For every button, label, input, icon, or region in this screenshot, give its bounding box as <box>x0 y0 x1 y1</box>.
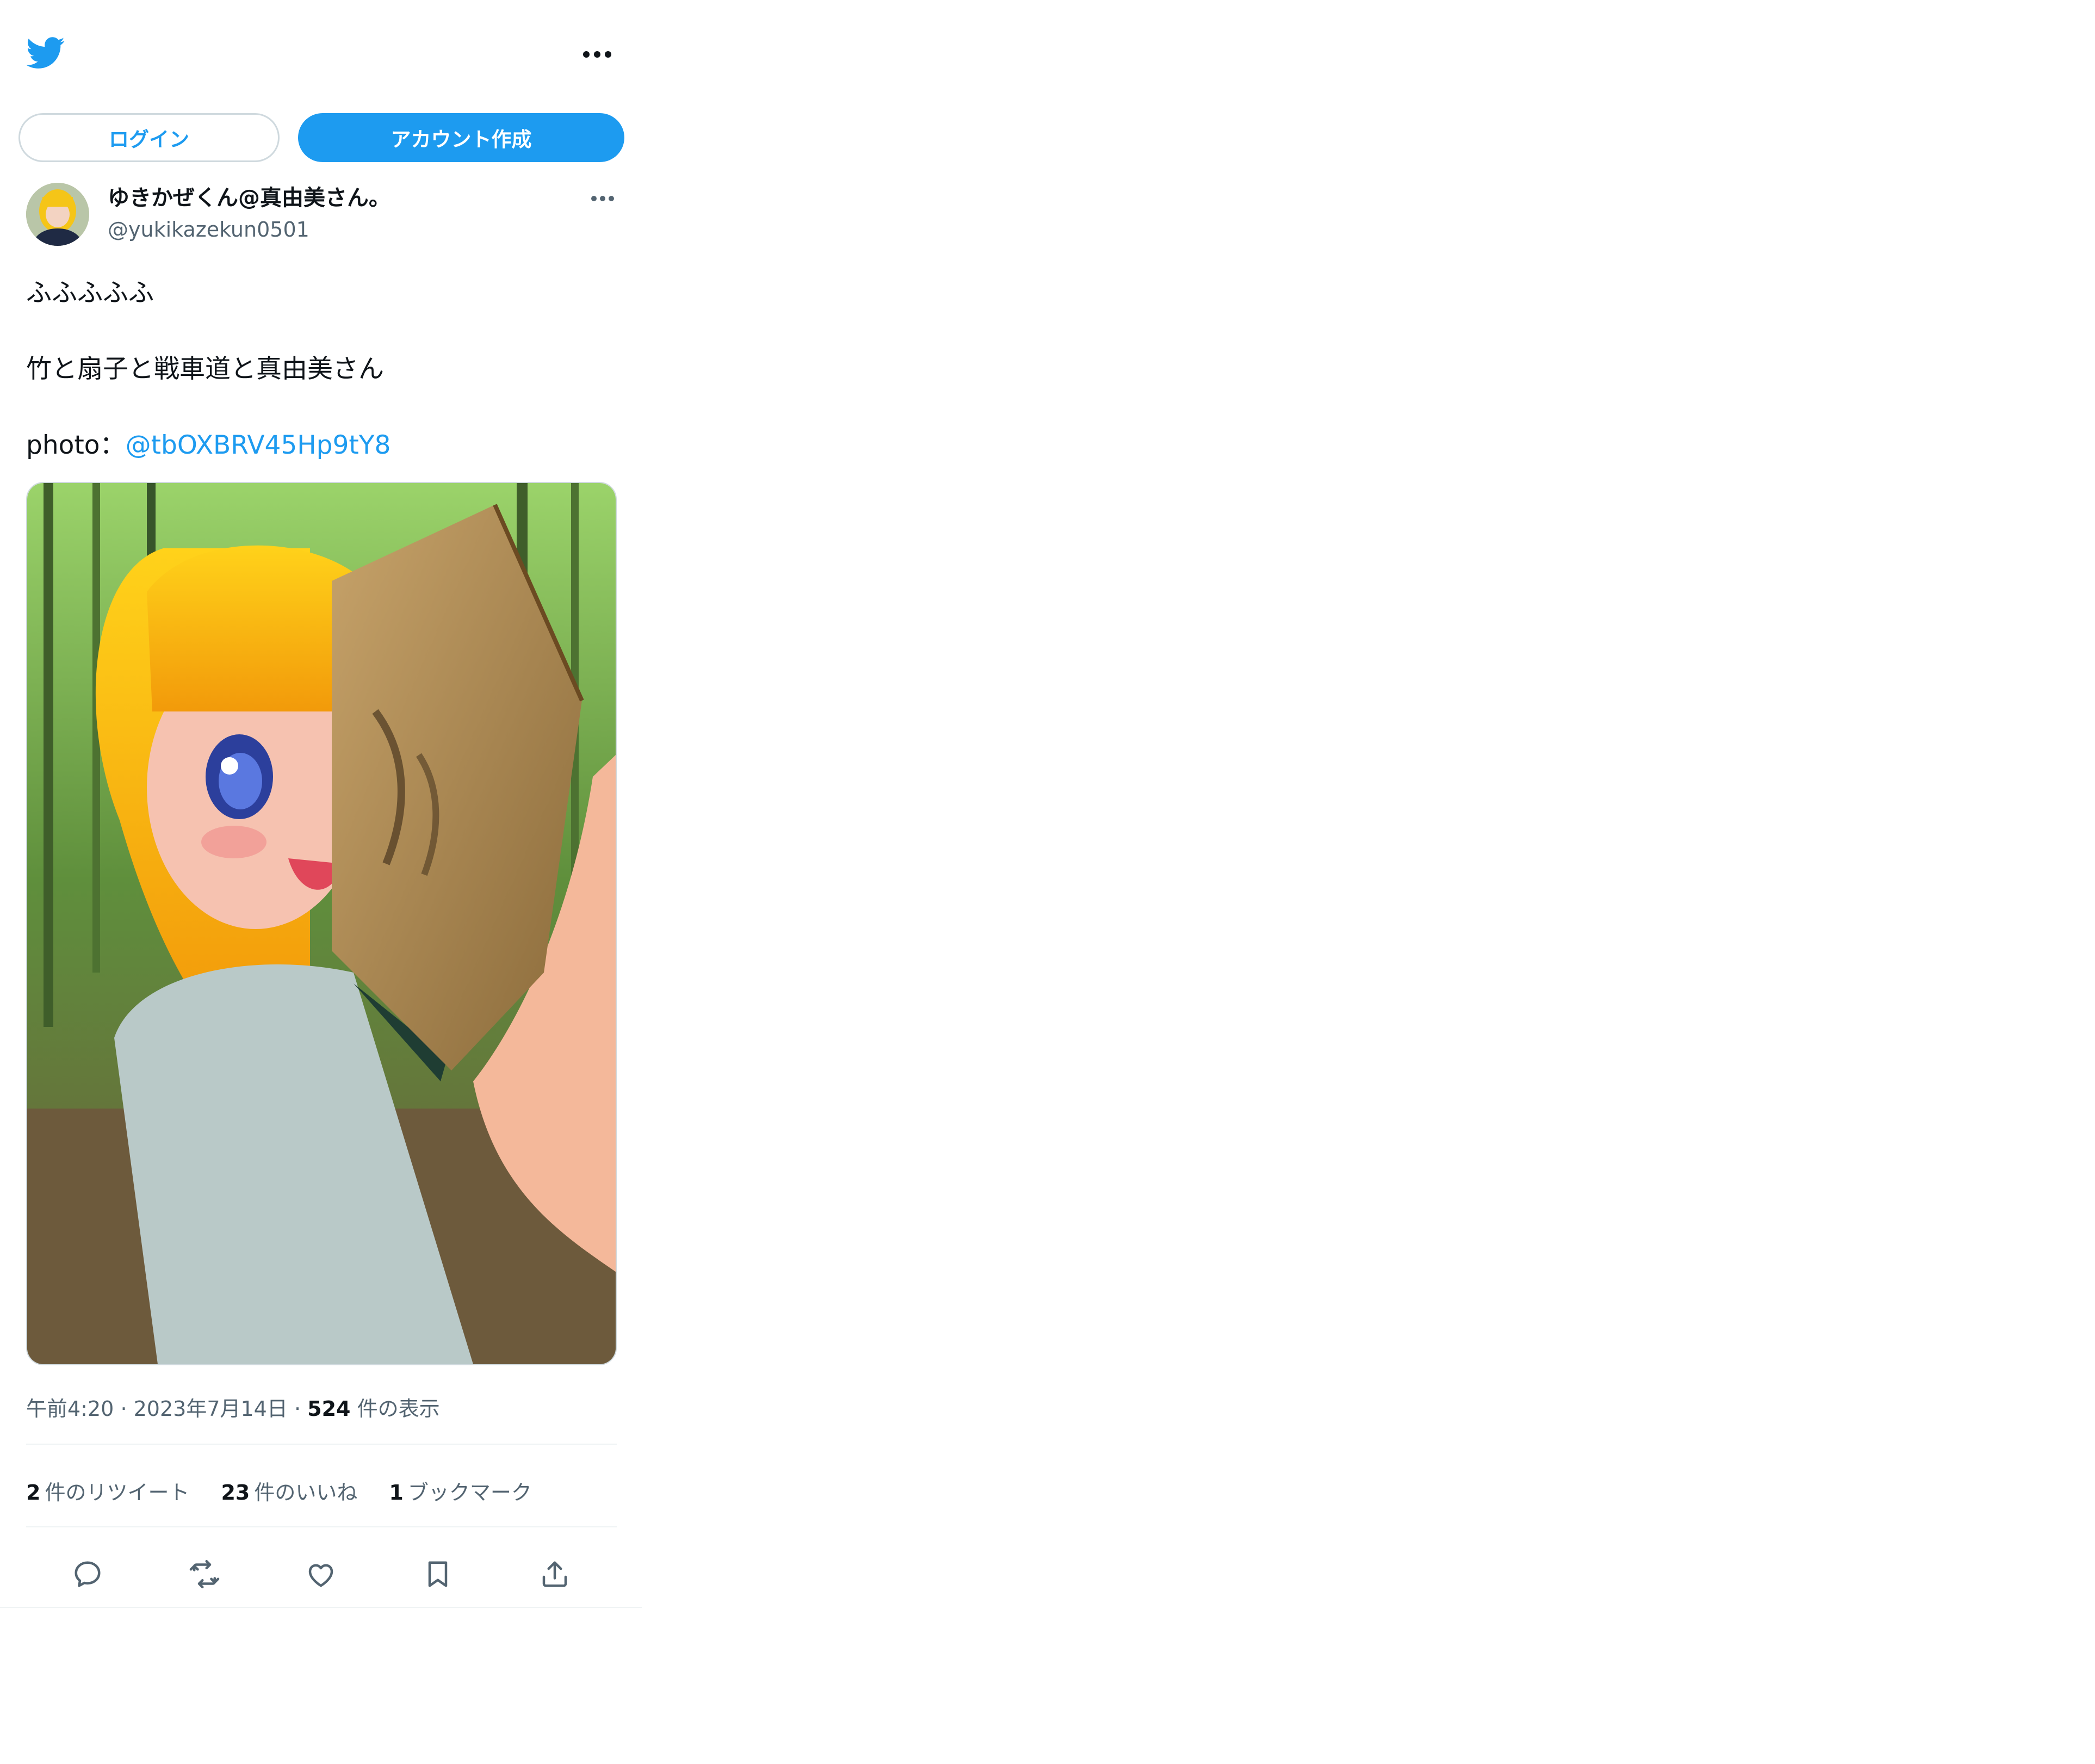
tweet-page: ログイン アカウント作成 ゆきかぜくん@真由美さん。 @yukikazekun0… <box>0 0 642 1608</box>
photo-image <box>27 483 616 1364</box>
twitter-bird-icon[interactable] <box>26 37 65 70</box>
more-horizontal-icon[interactable] <box>582 50 612 59</box>
tweet-text-line: ふふふふふ <box>26 278 154 308</box>
likes-label: 件のいいね <box>254 1481 358 1505</box>
views-count: 524 <box>307 1397 351 1421</box>
reply-icon[interactable] <box>71 1558 104 1590</box>
top-bar <box>0 0 642 109</box>
tweet-text: ふふふふふ 竹と扇子と戦車道と真由美さん photo：@tbOXBRV45Hp9… <box>26 274 613 465</box>
retweets-label: 件のリツイート <box>45 1481 190 1505</box>
mention-link[interactable]: @tbOXBRV45Hp9tY8 <box>126 430 391 460</box>
tweet-date[interactable]: 2023年7月14日 <box>134 1397 288 1421</box>
tweet-meta: 午前4:20 · 2023年7月14日 · 524 件の表示 <box>26 1394 440 1424</box>
tweet-text-line: photo：@tbOXBRV45Hp9tY8 <box>26 426 613 465</box>
bookmarks-stat[interactable]: 1 ブックマーク <box>389 1477 531 1508</box>
share-icon[interactable] <box>538 1558 571 1590</box>
likes-stat[interactable]: 23 件のいいね <box>221 1477 357 1508</box>
divider <box>26 1444 617 1445</box>
like-icon[interactable] <box>305 1558 337 1590</box>
signup-button[interactable]: アカウント作成 <box>298 113 624 162</box>
avatar[interactable] <box>26 183 89 246</box>
retweet-icon[interactable] <box>188 1558 221 1590</box>
meta-separator: · <box>120 1397 127 1421</box>
tweet-actions <box>26 1548 617 1598</box>
tweet-text-line: 竹と扇子と戦車道と真由美さん <box>26 354 384 384</box>
avatar-image <box>26 183 89 246</box>
bookmarks-label: ブックマーク <box>407 1481 532 1505</box>
likes-count: 23 <box>221 1481 250 1505</box>
retweets-count: 2 <box>26 1481 41 1505</box>
signup-button-label: アカウント作成 <box>391 128 532 151</box>
meta-separator: · <box>294 1397 301 1421</box>
views-label: 件の表示 <box>357 1397 440 1421</box>
tweet-photo[interactable] <box>26 482 617 1365</box>
bookmark-icon[interactable] <box>422 1558 454 1590</box>
bookmarks-count: 1 <box>389 1481 404 1505</box>
tweet-stats: 2 件のリツイート 23 件のいいね 1 ブックマーク <box>26 1477 532 1508</box>
login-button-label: ログイン <box>109 128 189 151</box>
author-handle[interactable]: @yukikazekun0501 <box>108 215 309 244</box>
divider <box>26 1526 617 1527</box>
tweet-more-icon[interactable] <box>591 195 615 202</box>
bottom-divider <box>0 1607 642 1608</box>
retweets-stat[interactable]: 2 件のリツイート <box>26 1477 189 1508</box>
tweet-time[interactable]: 午前4:20 <box>26 1397 114 1421</box>
author-display-name[interactable]: ゆきかぜくん@真由美さん。 <box>108 183 391 213</box>
login-button[interactable]: ログイン <box>18 113 280 162</box>
photo-credit-prefix: photo： <box>26 430 126 460</box>
